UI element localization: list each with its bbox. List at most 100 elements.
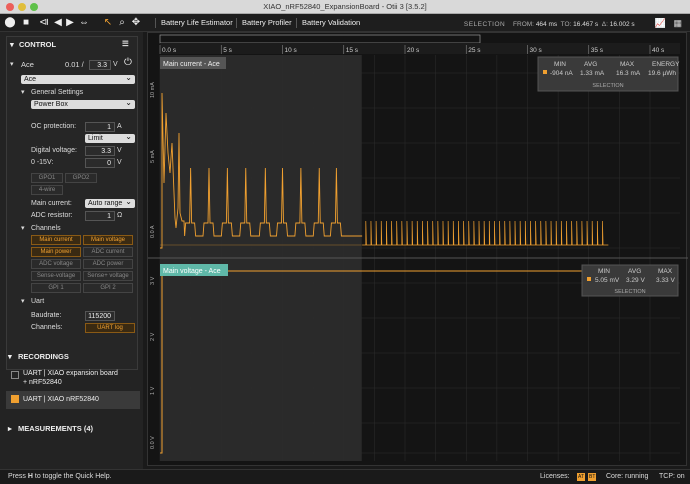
zoom-window-button[interactable] [30, 3, 38, 11]
time-tick-label: 40 s [652, 47, 665, 54]
stats-footer: SELECTION [592, 83, 623, 89]
voltage-axis-label: 3 V [150, 276, 156, 285]
recording-item-selected[interactable]: UART | XIAO nRF52840 [6, 391, 140, 409]
power-mode-select[interactable]: Power Box [31, 98, 135, 109]
from-label: FROM: [513, 21, 534, 28]
record-icon[interactable]: ⬤ [4, 16, 16, 30]
recordings-collapse-icon[interactable]: ▾ [8, 352, 12, 362]
move-tool-icon[interactable]: ✥ [130, 16, 142, 30]
digital-voltage-unit: V [117, 147, 122, 154]
tab-battery-profiler[interactable]: Battery Profiler [242, 17, 292, 29]
device-expand-icon[interactable]: ▾ [10, 60, 14, 70]
help-text: Press [8, 473, 26, 480]
power-icon[interactable]: ⏻ [124, 58, 132, 68]
channel-button[interactable]: Sense-voltage [31, 271, 81, 281]
chart-icon[interactable]: 📈 [654, 18, 665, 28]
time-tick-label: 25 s [468, 47, 481, 54]
time-tick-label: 5 s [223, 47, 232, 54]
digital-voltage-input[interactable]: 3.3 [85, 146, 115, 156]
uart-expand-icon[interactable]: ▾ [21, 297, 25, 307]
recording-checkbox[interactable] [11, 371, 19, 379]
stats-header: MIN [598, 268, 610, 275]
uart-label: Uart [31, 298, 45, 305]
adc-resistor-input[interactable]: 1 [85, 211, 115, 221]
device-select[interactable]: Ace [21, 73, 135, 84]
channel-button[interactable]: ADC power [83, 259, 133, 269]
control-collapse-icon[interactable]: ▾ [10, 40, 14, 50]
four-wire-button[interactable]: 4-wire [31, 185, 63, 195]
voltage-unit: V [113, 61, 118, 68]
search-icon[interactable]: ⌕ [116, 16, 128, 30]
voltage-axis-label: 1 V [150, 386, 156, 395]
time-tick-label: 20 s [407, 47, 420, 54]
current-axis-label: 10 mA [150, 82, 156, 98]
channel-button[interactable]: Sense+ voltage [83, 271, 133, 281]
stats-header: MAX [658, 268, 673, 275]
channel-button[interactable]: ADC current [83, 247, 133, 257]
plot-area[interactable]: 0.0 s 5 s 10 s 15 s 20 s 25 s 30 s 35 s 40 s 10 m… [147, 32, 688, 467]
voltage-input[interactable]: 3.3 [89, 60, 111, 70]
channel-button[interactable]: GPI 2 [83, 283, 133, 293]
stats-value: 5.05 mV [595, 277, 620, 284]
general-settings-icon[interactable]: ▾ [21, 88, 25, 98]
recording-item[interactable]: UART | XIAO expansion board + nRF52840 [6, 369, 140, 389]
baudrate-input[interactable]: 115200 [85, 311, 115, 321]
range-input[interactable]: 0 [85, 158, 115, 168]
tab-battery-validation[interactable]: Battery Validation [302, 17, 360, 29]
stats-header: AVG [584, 61, 597, 68]
selection-info: SELECTION FROM: 464 ms TO: 16.467 s Δ: 1… [464, 18, 682, 30]
oc-input[interactable]: 1 [85, 122, 115, 132]
license-badge[interactable]: AT [577, 473, 586, 481]
zoom-fit-icon[interactable]: ⇔ [78, 16, 90, 30]
measurements-expand-icon[interactable]: ▸ [8, 424, 12, 434]
gpo1-button[interactable]: GPO1 [31, 173, 63, 183]
recording-checkbox[interactable] [11, 395, 19, 403]
digital-voltage-label: Digital voltage: [31, 147, 77, 154]
license-badge[interactable]: BT [588, 473, 597, 481]
selection-label: SELECTION [463, 21, 506, 28]
uart-log-button[interactable]: UART log [85, 323, 135, 333]
control-panel: ▾ CONTROL ☰ ▾ Ace 0.01 / 3.3 V ⏻ Ace ▾ G… [6, 36, 138, 370]
plot-canvas[interactable]: 0.0 s 5 s 10 s 15 s 20 s 25 s 30 s 35 s 40 s 10 m… [148, 33, 688, 467]
channel-button[interactable]: GPI 1 [31, 283, 81, 293]
channels-expand-icon[interactable]: ▾ [21, 224, 25, 234]
next-icon[interactable]: ▶ [64, 16, 76, 30]
cursor-tool-icon[interactable]: ↖ [102, 16, 114, 30]
time-tick-label: 15 s [346, 47, 359, 54]
layout-icon[interactable]: ▦ [673, 18, 682, 28]
tab-battery-life-estimator[interactable]: Battery Life Estimator [161, 17, 233, 29]
current-axis-label: 5 mA [150, 150, 156, 163]
recording-title: UART | XIAO nRF52840 [23, 396, 99, 403]
channel-button[interactable]: Main voltage [83, 235, 133, 245]
time-tick-label: 0.0 s [162, 47, 177, 54]
channels-label: Channels [31, 225, 61, 232]
status-bar: Press H to toggle the Quick Help. Licens… [0, 469, 690, 483]
minimize-window-button[interactable] [18, 3, 26, 11]
stop-icon[interactable]: ■ [20, 16, 32, 30]
selection-delta: 16.002 s [609, 21, 635, 28]
previous-icon[interactable]: ◀ [52, 16, 64, 30]
device-current: 0.01 / [65, 60, 84, 69]
current-axis-label: 0.0 A [150, 225, 156, 238]
channel-button[interactable]: Main power [31, 247, 81, 257]
oc-unit: A [117, 123, 122, 130]
gpo2-button[interactable]: GPO2 [65, 173, 97, 183]
fit-width-icon[interactable]: ⧏ [38, 16, 50, 30]
channel-button[interactable]: ADC voltage [31, 259, 81, 269]
selection-to: 16.467 s [573, 21, 599, 28]
time-tick-label: 10 s [285, 47, 298, 54]
main-current-select[interactable]: Auto range [85, 197, 135, 208]
window-titlebar: XIAO_nRF52840_ExpansionBoard - Otii 3 [3… [0, 0, 690, 14]
settings-sliders-icon[interactable]: ☰ [122, 39, 129, 49]
limit-select[interactable]: Limit [85, 132, 135, 143]
to-label: TO: [560, 21, 572, 28]
channel-button[interactable]: Main current [31, 235, 81, 245]
baudrate-label: Baudrate: [31, 312, 62, 319]
delta-label: Δ: [601, 21, 608, 28]
control-title: CONTROL [19, 40, 57, 49]
stats-value: 1.33 mA [580, 70, 605, 77]
series-swatch [543, 70, 547, 74]
close-window-button[interactable] [6, 3, 14, 11]
stats-header: MIN [554, 61, 566, 68]
stats-footer: SELECTION [614, 289, 645, 295]
